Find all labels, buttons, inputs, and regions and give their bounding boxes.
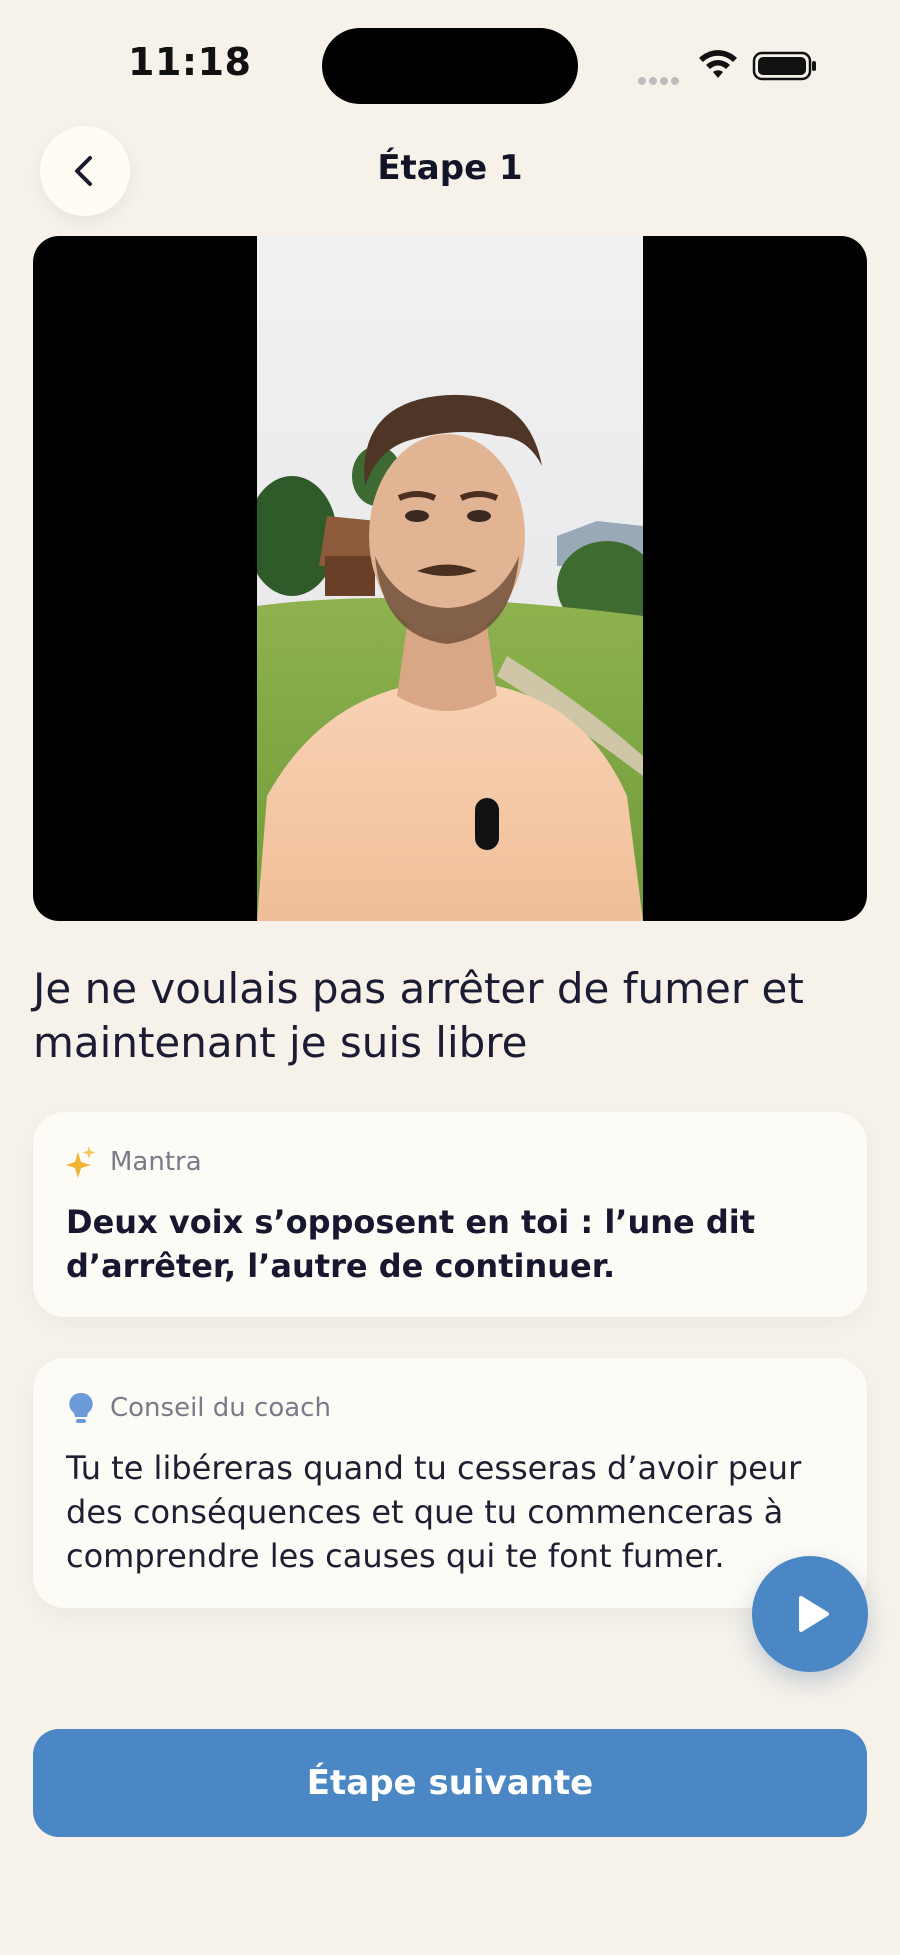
video-thumbnail <box>257 236 643 921</box>
cellular-signal-icon <box>638 70 682 89</box>
play-icon <box>799 1596 829 1632</box>
step-heading: Je ne voulais pas arrêter de fumer et ma… <box>33 964 804 1067</box>
page-title: Étape 1 <box>377 148 523 188</box>
lightbulb-icon <box>69 1392 93 1423</box>
play-audio-button[interactable] <box>752 1556 868 1672</box>
mantra-text: Deux voix s’opposent en toi : l’une dit … <box>66 1203 756 1285</box>
coach-tip-card: Conseil du coach Tu te libéreras quand t… <box>33 1358 867 1608</box>
coach-label: Conseil du coach <box>110 1393 331 1423</box>
mantra-label-row: Mantra <box>66 1146 202 1178</box>
coach-text: Tu te libéreras quand tu cesseras d’avoi… <box>66 1449 802 1575</box>
mantra-label: Mantra <box>110 1147 202 1177</box>
sparkles-icon <box>66 1146 96 1178</box>
mantra-card: Mantra Deux voix s’opposent en toi : l’u… <box>33 1112 867 1317</box>
coach-label-row: Conseil du coach <box>66 1392 331 1424</box>
wifi-icon <box>699 50 737 78</box>
battery-icon <box>752 51 816 81</box>
video-player[interactable] <box>33 236 867 921</box>
dynamic-island <box>322 28 578 104</box>
status-time: 11:18 <box>128 40 252 84</box>
next-step-button[interactable]: Étape suivante <box>33 1729 867 1837</box>
